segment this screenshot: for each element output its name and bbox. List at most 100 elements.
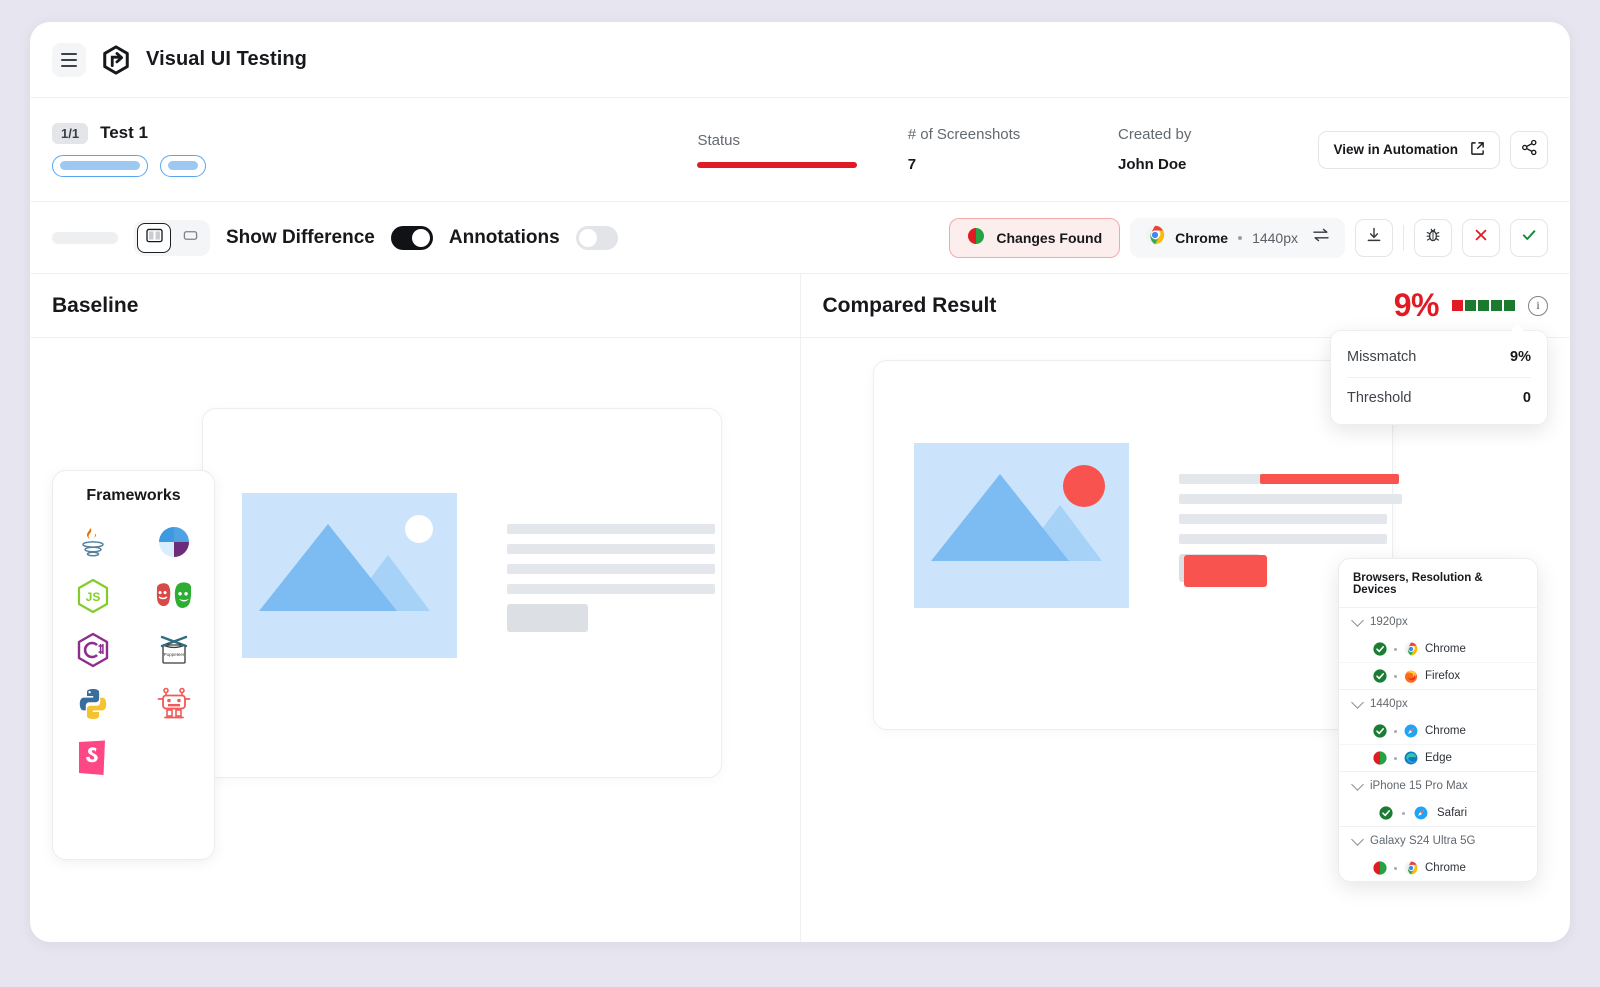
baseline-button-block — [507, 604, 588, 632]
chrome-icon — [1145, 225, 1165, 250]
compared-text-line — [1178, 534, 1387, 544]
browser-item[interactable]: Chrome — [1339, 855, 1537, 881]
status-label: Status — [697, 131, 740, 149]
show-difference-toggle[interactable] — [390, 225, 433, 250]
created-by-label: Created by — [1118, 126, 1192, 143]
baseline-text-line — [507, 544, 715, 554]
browser-group-header[interactable]: 1920px — [1339, 608, 1537, 636]
mismatch-percent: 9% — [1393, 287, 1440, 323]
playwright-icon — [151, 573, 197, 619]
browser-item[interactable]: Edge — [1339, 744, 1537, 771]
svg-text:JS: JS — [86, 590, 101, 604]
download-button[interactable] — [1355, 218, 1393, 257]
compared-hero-image — [913, 443, 1129, 608]
created-by-column: Created by John Doe — [1118, 126, 1318, 173]
compared-text-line — [1178, 514, 1387, 524]
status-pass-icon — [1373, 724, 1387, 738]
approve-button[interactable] — [1510, 218, 1548, 257]
browser-group-label: Galaxy S24 Ultra 5G — [1370, 835, 1476, 847]
chevron-down-icon — [1351, 833, 1364, 846]
compared-body: Browsers, Resolution & Devices 1920px Ch… — [801, 338, 1571, 942]
split-view-icon — [145, 228, 163, 248]
reject-button[interactable] — [1462, 218, 1500, 257]
chevron-down-icon — [1351, 778, 1364, 791]
annotations-toggle[interactable] — [575, 225, 618, 250]
baseline-pane: Baseline Frameworks JS Puppeteer — [30, 274, 801, 942]
browser-name: Chrome — [1175, 229, 1229, 246]
test-index-badge: 1/1 — [52, 122, 89, 144]
mismatch-indicator: 9% i — [1394, 287, 1548, 324]
browser-label: Chrome — [1425, 862, 1466, 874]
browser-resolution-selector[interactable]: Chrome 1440px — [1130, 217, 1345, 258]
changes-found-button[interactable]: Changes Found — [949, 217, 1121, 258]
baseline-title: Baseline — [52, 293, 139, 317]
java-icon — [70, 519, 116, 565]
browser-group-label: 1440px — [1370, 698, 1408, 710]
compared-text-line — [1178, 494, 1402, 504]
baseline-header: Baseline — [30, 274, 800, 338]
hero-mountain-front — [259, 524, 397, 611]
browser-label: Firefox — [1425, 670, 1461, 682]
baseline-body: Frameworks JS Puppeteer — [30, 338, 800, 942]
firefox-icon — [1404, 669, 1418, 683]
hamburger-menu-icon[interactable] — [52, 42, 86, 77]
app-window: Visual UI Testing 1/1 Test 1 Status # of… — [30, 22, 1570, 942]
baseline-text-line — [507, 584, 715, 594]
chrome-icon — [1404, 861, 1418, 875]
tooltip-value: 0 — [1522, 390, 1531, 406]
chevron-down-icon — [1351, 614, 1364, 627]
separator-dot — [1394, 729, 1397, 733]
browser-item[interactable]: Chrome — [1339, 718, 1537, 744]
frameworks-title: Frameworks — [86, 487, 181, 504]
tooltip-arrow — [1510, 323, 1525, 332]
share-button[interactable] — [1510, 130, 1548, 169]
toolbar-divider — [1403, 224, 1404, 251]
split-view-button[interactable] — [137, 222, 171, 253]
hero-sun-shape — [405, 515, 433, 543]
toolbar-skeleton — [52, 231, 118, 244]
single-view-icon — [182, 228, 199, 248]
browser-group: iPhone 15 Pro Max Safari — [1339, 771, 1537, 826]
baseline-hero-image — [242, 493, 457, 658]
info-icon[interactable]: i — [1528, 295, 1548, 316]
download-icon — [1365, 226, 1383, 249]
separator-dot — [1402, 811, 1405, 815]
browser-group-header[interactable]: Galaxy S24 Ultra 5G — [1339, 827, 1537, 855]
lambdatest-logo-icon — [100, 44, 132, 76]
report-bug-button[interactable] — [1414, 218, 1452, 257]
single-view-button[interactable] — [173, 223, 207, 253]
safari-icon — [1414, 806, 1428, 820]
robotframework-icon — [151, 681, 197, 727]
browser-group-header[interactable]: iPhone 15 Pro Max — [1339, 772, 1537, 800]
browser-group-header[interactable]: 1440px — [1339, 690, 1537, 718]
browser-label: Safari — [1437, 807, 1468, 819]
browser-item[interactable]: Firefox — [1339, 662, 1537, 689]
created-by-value: John Doe — [1118, 156, 1187, 173]
view-mode-segmented-control — [134, 219, 210, 256]
safari-icon — [1404, 724, 1418, 738]
view-in-automation-button[interactable]: View in Automation — [1318, 130, 1500, 169]
diff-circle-icon — [967, 227, 985, 248]
meta-actions: View in Automation — [1318, 130, 1548, 169]
compared-diff-line — [1259, 474, 1399, 484]
swap-arrows-icon[interactable] — [1312, 227, 1330, 248]
page-title: Visual UI Testing — [146, 48, 307, 70]
status-bar — [697, 161, 858, 168]
separator-dot — [1394, 866, 1397, 870]
nodejs-icon: JS — [70, 573, 116, 619]
tooltip-key: Missmatch — [1347, 349, 1417, 365]
mismatch-squares — [1452, 300, 1515, 311]
view-toolbar: Show Difference Annotations Changes Foun… — [30, 202, 1570, 274]
chevron-down-icon — [1351, 696, 1364, 709]
test-block: 1/1 Test 1 — [52, 122, 697, 177]
browser-item[interactable]: Chrome — [1339, 636, 1537, 662]
separator-dot — [1394, 674, 1397, 678]
edge-icon — [1404, 751, 1418, 765]
browser-item[interactable]: Safari — [1339, 800, 1537, 826]
annotations-label: Annotations — [448, 226, 560, 248]
test-tag-skeletons — [52, 154, 697, 177]
close-x-icon — [1472, 226, 1490, 249]
browser-group-label: 1920px — [1370, 616, 1408, 628]
tooltip-value: 9% — [1510, 349, 1531, 365]
status-diff-icon — [1373, 751, 1387, 765]
